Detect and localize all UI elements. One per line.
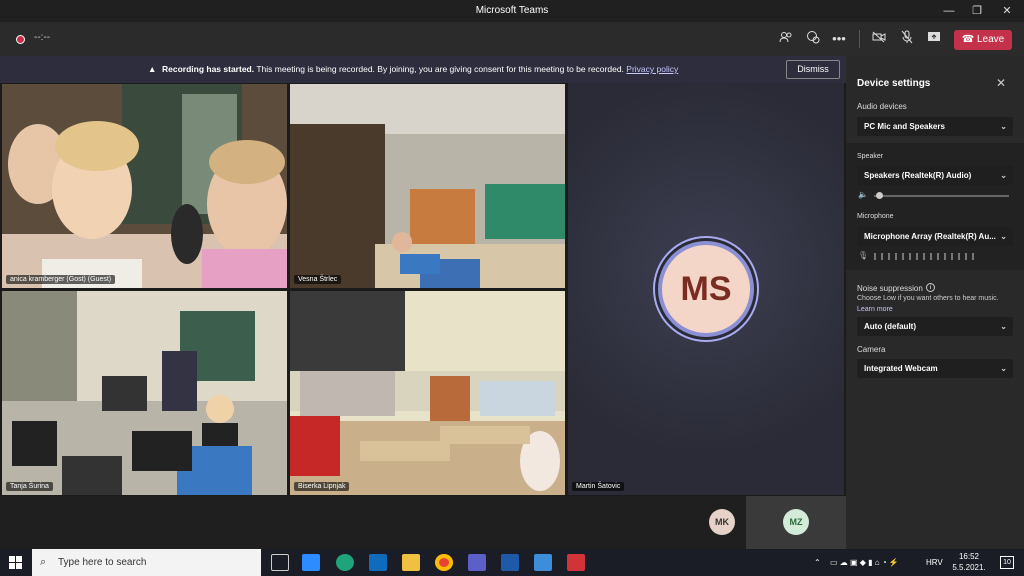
leave-label: Leave	[977, 34, 1005, 45]
tray-icons[interactable]: ▭ ☁ ▣ ◆ ▮ ⌂ ◔ ⚡	[830, 549, 899, 576]
audio-devices-select[interactable]: PC Mic and Speakers ⌄	[857, 117, 1013, 136]
camera-select[interactable]: Integrated Webcam ⌄	[857, 359, 1013, 378]
audio-devices-label: Audio devices	[857, 102, 907, 111]
more-options-icon[interactable]: •••	[830, 30, 848, 48]
language-indicator[interactable]: HRV	[926, 549, 943, 576]
privacy-policy-link[interactable]: Privacy policy	[626, 64, 678, 74]
microphone-value: Microphone Array (Realtek(R) Au...	[864, 232, 996, 241]
recording-indicator-icon	[16, 35, 25, 44]
microphone-select[interactable]: Microphone Array (Realtek(R) Au... ⌄	[857, 227, 1013, 246]
avatar[interactable]: MK	[709, 509, 735, 535]
video-feed-4	[290, 291, 565, 495]
noise-suppression-label: Noise suppression	[857, 284, 923, 293]
window-title: Microsoft Teams	[475, 5, 549, 16]
task-view-icon[interactable]	[271, 554, 289, 571]
banner-bold: Recording has started.	[162, 64, 255, 74]
participant-name: Vesna Štrlec	[294, 275, 342, 284]
participant-overflow-row: MK MZ	[0, 496, 846, 549]
avatar: MS	[658, 241, 754, 337]
file-explorer-icon[interactable]	[402, 554, 420, 571]
window-titlebar: Microsoft Teams — ❐ ✕	[0, 0, 1024, 22]
participants-icon[interactable]	[777, 30, 795, 48]
video-tile-4[interactable]: Biserka Lipnjak	[290, 291, 565, 495]
meeting-timer: --:--	[34, 32, 51, 43]
mic-off-icon[interactable]	[898, 30, 916, 48]
noise-suppression-hint: Choose Low if you want others to hear mu…	[857, 295, 999, 302]
outlook-icon[interactable]	[369, 554, 387, 571]
app-icon[interactable]	[501, 554, 519, 571]
device-settings-panel: Device settings ✕ Audio devices PC Mic a…	[846, 56, 1024, 549]
notifications-icon[interactable]: 10	[1000, 556, 1014, 569]
audio-devices-value: PC Mic and Speakers	[864, 122, 945, 131]
participant-name: anica kramberger (Gost) (Guest)	[6, 275, 116, 284]
participant-name: Martin Šatovic	[572, 482, 625, 491]
zoom-icon[interactable]	[302, 554, 320, 571]
avatar: MZ	[783, 509, 809, 535]
minimize-button[interactable]: —	[935, 0, 963, 22]
search-placeholder: Type here to search	[58, 557, 147, 568]
video-tile-3[interactable]: Tanja Šurina	[2, 291, 287, 495]
video-feed-3	[2, 291, 287, 495]
warning-icon: ▲	[148, 64, 157, 74]
speaker-select[interactable]: Speakers (Realtek(R) Audio) ⌄	[857, 166, 1013, 185]
recording-banner: ▲ Recording has started. This meeting is…	[0, 56, 846, 83]
speaker-mic-section	[846, 143, 1024, 270]
microphone-label: Microphone	[857, 213, 894, 220]
clock-time[interactable]: 16:52	[956, 552, 982, 561]
video-stage: anica kramberger (Gost) (Guest) Vesna Št…	[0, 83, 846, 496]
teams-icon[interactable]	[468, 554, 486, 571]
share-screen-icon[interactable]	[925, 30, 943, 48]
chevron-down-icon: ⌄	[1000, 322, 1007, 331]
banner-text: Recording has started. This meeting is b…	[162, 56, 678, 83]
chevron-down-icon: ⌄	[1000, 171, 1007, 180]
speaker-value: Speakers (Realtek(R) Audio)	[864, 171, 972, 180]
video-feed-1	[2, 84, 287, 288]
video-tile-5[interactable]: MS Martin Šatovic	[568, 83, 844, 495]
self-view-tile[interactable]: MZ	[746, 496, 846, 549]
toolbar-divider	[859, 30, 860, 48]
taskbar-search-box[interactable]: ⌕ Type here to search	[32, 549, 261, 576]
volume-icon: 🔈	[858, 190, 868, 199]
chevron-down-icon: ⌄	[1000, 122, 1007, 131]
participant-name: Biserka Lipnjak	[294, 482, 350, 491]
windows-start-icon[interactable]	[9, 556, 22, 574]
noise-suppression-value: Auto (default)	[864, 322, 916, 331]
camera-value: Integrated Webcam	[864, 364, 938, 373]
video-feed-2	[290, 84, 565, 288]
clock-date[interactable]: 5.5.2021.	[950, 563, 988, 572]
video-tile-1[interactable]: anica kramberger (Gost) (Guest)	[2, 84, 287, 288]
chevron-down-icon: ⌄	[1000, 364, 1007, 373]
banner-body: This meeting is being recorded. By joini…	[254, 64, 627, 74]
chevron-down-icon: ⌄	[1000, 232, 1007, 241]
app-icon-2[interactable]	[534, 554, 552, 571]
mic-off-icon: 🎙	[858, 251, 869, 260]
edge-icon[interactable]	[336, 554, 354, 571]
search-icon: ⌕	[40, 556, 47, 568]
speaker-label: Speaker	[857, 153, 884, 160]
noise-suppression-select[interactable]: Auto (default) ⌄	[857, 317, 1013, 336]
camera-off-icon[interactable]	[870, 30, 888, 48]
mic-level-meter	[874, 253, 974, 260]
close-icon[interactable]: ✕	[996, 76, 1006, 90]
learn-more-link[interactable]: Learn more	[857, 306, 893, 313]
phone-hangup-icon: ☎	[961, 34, 975, 45]
panel-title: Device settings	[857, 78, 931, 89]
chat-icon[interactable]	[804, 30, 822, 48]
participant-name: Tanja Šurina	[6, 482, 53, 491]
close-window-button[interactable]: ✕	[993, 0, 1021, 22]
restore-button[interactable]: ❐	[963, 0, 991, 22]
app-icon-3[interactable]	[567, 554, 585, 571]
speaker-volume-slider[interactable]	[874, 192, 1009, 199]
video-tile-2[interactable]: Vesna Štrlec	[290, 84, 565, 288]
meeting-toolbar: --:-- ••• ☎ Leave	[0, 22, 1024, 56]
tray-chevron-icon[interactable]: ⌃	[814, 549, 821, 576]
camera-label: Camera	[857, 345, 886, 354]
leave-button[interactable]: ☎ Leave	[954, 30, 1012, 50]
chrome-icon[interactable]	[435, 554, 453, 571]
slider-thumb[interactable]	[876, 192, 883, 199]
windows-taskbar: ⌕ Type here to search ⌃ ▭ ☁ ▣ ◆ ▮ ⌂ ◔ ⚡ …	[0, 549, 1024, 576]
dismiss-button[interactable]: Dismiss	[786, 60, 840, 79]
info-icon[interactable]: i	[926, 283, 935, 292]
